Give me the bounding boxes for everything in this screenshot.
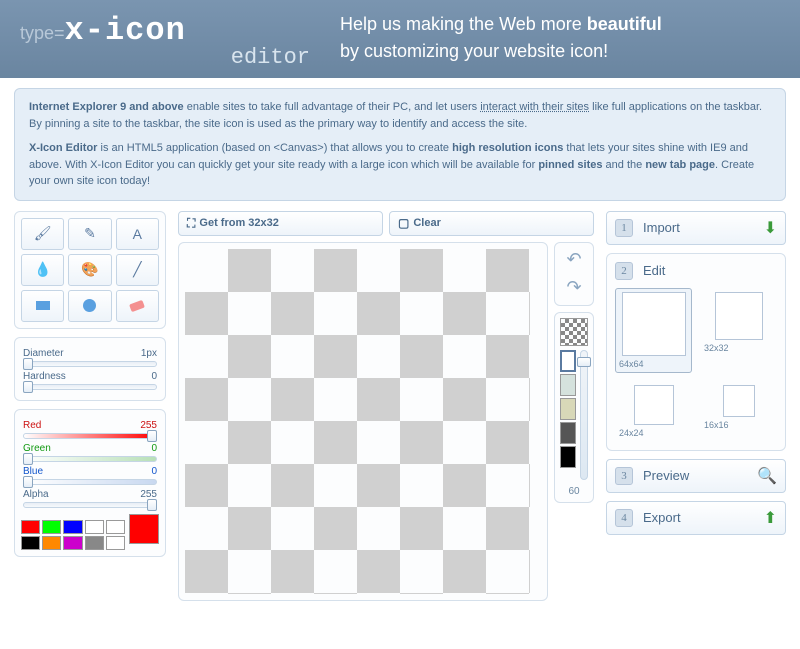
- line-icon: ╱: [133, 261, 141, 278]
- edit-panel: 2 Edit 64x64 32x32 24x24 16x16: [606, 253, 786, 451]
- swatch[interactable]: [63, 520, 82, 534]
- info-box: Internet Explorer 9 and above enable sit…: [14, 88, 786, 201]
- import-icon: ⬇: [764, 218, 777, 238]
- clear-button[interactable]: ▢ Clear: [389, 211, 594, 236]
- eyedropper-tool[interactable]: 💧: [21, 254, 64, 286]
- palette-swatch[interactable]: [560, 422, 576, 444]
- zoom-slider[interactable]: [580, 350, 588, 480]
- swatch[interactable]: [106, 536, 125, 550]
- swatch[interactable]: [85, 520, 104, 534]
- interact-link[interactable]: interact with their sites: [480, 101, 589, 113]
- redo-button[interactable]: ↷: [562, 276, 586, 300]
- undo-button[interactable]: ↶: [562, 248, 586, 272]
- palette-swatch[interactable]: [560, 446, 576, 468]
- logo: type=x-icon editor: [20, 12, 310, 70]
- size-16-option[interactable]: 16x16: [700, 381, 777, 442]
- tagline: Help us making the Web more beautiful by…: [340, 12, 780, 66]
- eraser-icon: [129, 299, 145, 311]
- app-header: type=x-icon editor Help us making the We…: [0, 0, 800, 78]
- undo-icon: ↶: [566, 249, 581, 270]
- size-24-option[interactable]: 24x24: [615, 381, 692, 442]
- preview-button[interactable]: 3 Preview 🔍: [606, 459, 786, 493]
- size-32-option[interactable]: 32x32: [700, 288, 777, 373]
- brush-settings: Diameter1px Hardness0: [14, 337, 166, 401]
- current-color[interactable]: [129, 514, 159, 544]
- pencil-icon: ✎: [84, 225, 96, 242]
- alpha-slider[interactable]: [23, 502, 157, 508]
- color-settings: Red255 Green0 Blue0 Alpha255: [14, 409, 166, 557]
- palette-swatch[interactable]: [560, 398, 576, 420]
- ellipse-tool[interactable]: [68, 290, 111, 322]
- bucket-icon: 🎨: [81, 261, 98, 278]
- green-slider[interactable]: [23, 456, 157, 462]
- line-tool[interactable]: ╱: [116, 254, 159, 286]
- zoom-panel: 60: [554, 312, 594, 503]
- brush-tool[interactable]: 🖌: [21, 218, 64, 250]
- palette-swatch[interactable]: [560, 374, 576, 396]
- history-panel: ↶ ↷: [554, 242, 594, 306]
- rectangle-tool[interactable]: [21, 290, 64, 322]
- tool-palette: 🖌 ✎ A 💧 🎨 ╱: [14, 211, 166, 329]
- export-icon: ⬆: [764, 508, 777, 528]
- rectangle-icon: [36, 301, 50, 310]
- zoom-value: 60: [568, 486, 579, 497]
- diameter-slider[interactable]: [23, 361, 157, 367]
- swatch[interactable]: [42, 520, 61, 534]
- brush-icon: 🖌: [34, 225, 52, 242]
- swatch[interactable]: [63, 536, 82, 550]
- export-button[interactable]: 4 Export ⬆: [606, 501, 786, 535]
- expand-icon: ⛶: [187, 216, 195, 231]
- palette-swatch[interactable]: [560, 350, 576, 372]
- blue-slider[interactable]: [23, 479, 157, 485]
- swatch-grid: [21, 520, 125, 550]
- magnifier-icon: 🔍: [757, 466, 777, 486]
- redo-icon: ↷: [566, 277, 581, 298]
- clear-icon: ▢: [398, 216, 409, 230]
- logo-brand: x-icon: [65, 12, 186, 49]
- size-64-option[interactable]: 64x64: [615, 288, 692, 373]
- eraser-tool[interactable]: [116, 290, 159, 322]
- red-slider[interactable]: [23, 433, 157, 439]
- import-button[interactable]: 1 Import ⬇: [606, 211, 786, 245]
- logo-type-prefix: type=: [20, 23, 65, 43]
- text-icon: A: [133, 226, 142, 242]
- bucket-tool[interactable]: 🎨: [68, 254, 111, 286]
- pencil-tool[interactable]: ✎: [68, 218, 111, 250]
- get-from-button[interactable]: ⛶ Get from 32x32: [178, 211, 383, 236]
- swatch[interactable]: [21, 520, 40, 534]
- transparency-preview: [560, 318, 588, 346]
- eyedropper-icon: 💧: [34, 261, 51, 278]
- canvas-panel: [178, 242, 548, 601]
- swatch[interactable]: [85, 536, 104, 550]
- hardness-slider[interactable]: [23, 384, 157, 390]
- swatch[interactable]: [42, 536, 61, 550]
- swatch[interactable]: [106, 520, 125, 534]
- ellipse-icon: [83, 299, 96, 312]
- text-tool[interactable]: A: [116, 218, 159, 250]
- drawing-canvas[interactable]: [185, 249, 530, 594]
- swatch[interactable]: [21, 536, 40, 550]
